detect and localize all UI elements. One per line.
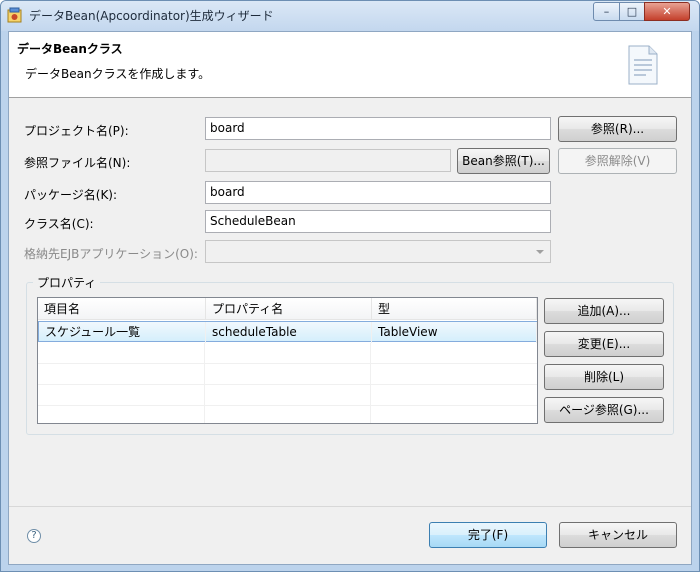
- package-label: パッケージ名(K):: [24, 188, 118, 202]
- ref-file-input[interactable]: [205, 149, 451, 172]
- table-cell: [38, 343, 205, 364]
- table-cell: スケジュール一覧: [39, 322, 206, 343]
- maximize-button[interactable]: □: [619, 2, 645, 21]
- column-header-item-name[interactable]: 項目名: [38, 298, 206, 320]
- table-row[interactable]: スケジュール一覧 scheduleTable TableView: [38, 321, 537, 343]
- bean-ref-button[interactable]: Bean参照(T)...: [457, 148, 550, 174]
- project-label: プロジェクト名(P):: [24, 124, 129, 138]
- footer-divider: [9, 506, 691, 507]
- page-title: データBeanクラス: [17, 42, 123, 56]
- window-title: データBean(Apcoordinator)生成ウィザード: [29, 9, 274, 23]
- table-cell: [205, 364, 371, 385]
- table-cell: TableView: [372, 322, 537, 343]
- dialog-content: データBeanクラス データBeanクラスを作成します。 プロジェクト名(P):…: [8, 31, 692, 565]
- document-icon: [628, 45, 658, 85]
- table-cell: [205, 406, 371, 423]
- help-icon[interactable]: ?: [27, 529, 41, 543]
- ref-file-label: 参照ファイル名(N):: [24, 156, 131, 170]
- table-cell: [205, 385, 371, 406]
- table-row-empty[interactable]: [38, 406, 537, 423]
- properties-table[interactable]: 項目名 プロパティ名 型 スケジュール一覧 scheduleTable Tabl…: [37, 297, 538, 424]
- properties-group-title: プロパティ: [33, 274, 101, 291]
- column-header-type[interactable]: 型: [372, 298, 537, 320]
- table-row-empty[interactable]: [38, 385, 537, 406]
- table-cell: [38, 385, 205, 406]
- class-input[interactable]: ScheduleBean: [205, 210, 551, 233]
- close-button[interactable]: ✕: [644, 2, 690, 21]
- page-ref-button[interactable]: ページ参照(G)...: [544, 397, 664, 423]
- table-cell: [38, 406, 205, 423]
- minimize-button[interactable]: –: [593, 2, 620, 21]
- wizard-header: データBeanクラス データBeanクラスを作成します。: [9, 32, 691, 98]
- table-cell: [205, 343, 371, 364]
- title-bar[interactable]: データBean(Apcoordinator)生成ウィザード – □ ✕: [1, 1, 699, 31]
- delete-property-button[interactable]: 削除(L): [544, 364, 664, 390]
- bean-wizard-icon: [7, 7, 22, 23]
- class-label: クラス名(C):: [24, 217, 94, 231]
- ref-clear-button[interactable]: 参照解除(V): [558, 148, 677, 174]
- table-row-empty[interactable]: [38, 343, 537, 364]
- package-input[interactable]: board: [205, 181, 551, 204]
- project-input[interactable]: board: [205, 117, 551, 140]
- table-cell: scheduleTable: [206, 322, 372, 343]
- chevron-down-icon: [536, 250, 544, 254]
- finish-button[interactable]: 完了(F): [429, 522, 547, 548]
- wizard-window: データBean(Apcoordinator)生成ウィザード – □ ✕ データB…: [0, 0, 700, 572]
- add-property-button[interactable]: 追加(A)...: [544, 298, 664, 324]
- table-cell: [38, 364, 205, 385]
- column-header-property-name[interactable]: プロパティ名: [206, 298, 372, 320]
- table-row-empty[interactable]: [38, 364, 537, 385]
- edit-property-button[interactable]: 変更(E)...: [544, 331, 664, 357]
- cancel-button[interactable]: キャンセル: [559, 522, 677, 548]
- ejb-label: 格納先EJBアプリケーション(O):: [24, 247, 198, 261]
- ejb-select[interactable]: [205, 240, 551, 263]
- page-description: データBeanクラスを作成します。: [25, 67, 211, 81]
- project-browse-button[interactable]: 参照(R)...: [558, 116, 677, 142]
